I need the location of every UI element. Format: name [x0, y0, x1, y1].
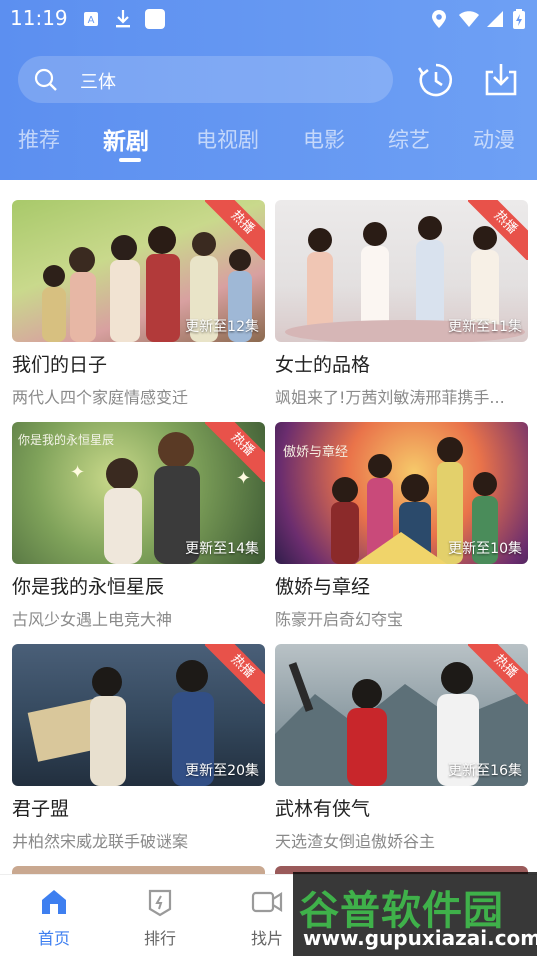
- tab-movies[interactable]: 电影: [303, 124, 345, 154]
- drama-title[interactable]: 武林有侠气: [275, 794, 528, 821]
- drama-card[interactable]: 你是我的永恒星辰 ✦ ✦ 热播 更新至14集 你是我的永恒星辰 古风少女遇上电竞…: [12, 422, 265, 630]
- episode-update-label: 更新至14集: [185, 541, 259, 557]
- download-button[interactable]: [481, 60, 521, 100]
- home-icon: [37, 885, 71, 919]
- svg-text:A: A: [88, 15, 95, 26]
- video-icon: [250, 885, 284, 919]
- nav-home[interactable]: 首页: [24, 885, 84, 949]
- location-icon: [428, 8, 450, 30]
- hot-badge: 热播: [468, 200, 528, 260]
- hot-badge: 热播: [205, 644, 265, 704]
- drama-title[interactable]: 女士的品格: [275, 350, 528, 377]
- category-tabs: 推荐 新剧 电视剧 电影 综艺 动漫: [0, 118, 537, 166]
- watermark-url: www.gupuxiazai.com: [303, 926, 537, 950]
- drama-thumbnail[interactable]: 热播 更新至16集: [275, 644, 528, 786]
- tab-anime[interactable]: 动漫: [473, 124, 515, 154]
- episode-update-label: 更新至11集: [448, 319, 522, 335]
- drama-subtitle: 陈豪开启奇幻夺宝: [275, 610, 404, 629]
- a-notification-icon: A: [80, 8, 102, 30]
- status-bar: 11:19 A: [0, 0, 537, 38]
- drama-card[interactable]: 热播 更新至16集 武林有侠气 天选渣女倒追傲娇谷主: [275, 644, 528, 852]
- app-notification-icon: [144, 8, 166, 30]
- active-tab-indicator: [119, 158, 141, 162]
- drama-thumbnail[interactable]: 热播 更新至12集: [12, 200, 265, 342]
- drama-thumbnail[interactable]: 你是我的永恒星辰 ✦ ✦ 热播 更新至14集: [12, 422, 265, 564]
- svg-text:傲娇与章经: 傲娇与章经: [283, 444, 348, 460]
- drama-subtitle: 飒姐来了!万茜刘敏涛邢菲携手...: [275, 388, 505, 407]
- drama-subtitle: 古风少女遇上电竞大神: [12, 610, 173, 629]
- episode-update-label: 更新至10集: [448, 541, 522, 557]
- site-watermark: 谷普软件园 www.gupuxiazai.com: [293, 872, 537, 956]
- drama-title[interactable]: 傲娇与章经: [275, 572, 528, 599]
- tab-variety[interactable]: 综艺: [388, 124, 430, 154]
- search-bar[interactable]: 三体: [18, 56, 393, 103]
- battery-icon: [508, 8, 530, 30]
- drama-grid: 热播 更新至12集 我们的日子 两代人四个家庭情感变迁 热播 更新至11集 女士…: [0, 180, 537, 872]
- hot-badge: 热播: [205, 422, 265, 482]
- drama-card[interactable]: 热播 更新至20集 君子盟 井柏然宋威龙联手破谜案: [12, 644, 265, 852]
- cellular-signal-icon: [484, 8, 506, 30]
- drama-subtitle: 天选渣女倒追傲娇谷主: [275, 832, 436, 851]
- search-input[interactable]: 三体: [80, 68, 116, 94]
- tab-tv-series[interactable]: 电视剧: [196, 124, 259, 154]
- hot-badge: 热播: [468, 644, 528, 704]
- drama-subtitle: 两代人四个家庭情感变迁: [12, 388, 189, 407]
- ranking-icon: [143, 885, 177, 919]
- episode-update-label: 更新至20集: [185, 763, 259, 779]
- download-notification-icon: [112, 8, 134, 30]
- episode-update-label: 更新至12集: [185, 319, 259, 335]
- nav-ranking[interactable]: 排行: [130, 885, 190, 949]
- download-icon: [481, 64, 521, 104]
- drama-title[interactable]: 你是我的永恒星辰: [12, 572, 265, 599]
- history-icon: [416, 63, 456, 104]
- history-button[interactable]: [416, 60, 456, 100]
- tab-recommend[interactable]: 推荐: [18, 124, 60, 154]
- header: 11:19 A 三体 推荐 新剧 电视剧 电影 综艺 动漫: [0, 0, 537, 180]
- drama-card[interactable]: 傲娇与章经 更新至10集 傲娇与章经 陈豪开启奇幻夺宝: [275, 422, 528, 630]
- drama-thumbnail[interactable]: 热播 更新至11集: [275, 200, 528, 342]
- tab-new-drama[interactable]: 新剧: [103, 122, 149, 156]
- drama-subtitle: 井柏然宋威龙联手破谜案: [12, 832, 189, 851]
- wifi-icon: [458, 8, 480, 30]
- drama-title[interactable]: 君子盟: [12, 794, 265, 821]
- svg-text:你是我的永恒星辰: 你是我的永恒星辰: [18, 432, 114, 447]
- episode-update-label: 更新至16集: [448, 763, 522, 779]
- drama-thumbnail[interactable]: 傲娇与章经 更新至10集: [275, 422, 528, 564]
- nav-find-movies[interactable]: 找片: [237, 885, 297, 949]
- status-time: 11:19: [10, 6, 68, 30]
- drama-card[interactable]: 热播 更新至12集 我们的日子 两代人四个家庭情感变迁: [12, 200, 265, 408]
- search-icon: [34, 68, 58, 96]
- drama-card[interactable]: 热播 更新至11集 女士的品格 飒姐来了!万茜刘敏涛邢菲携手...: [275, 200, 528, 408]
- drama-thumbnail[interactable]: 热播 更新至20集: [12, 644, 265, 786]
- svg-text:✦: ✦: [70, 462, 85, 483]
- hot-badge: 热播: [205, 200, 265, 260]
- drama-title[interactable]: 我们的日子: [12, 350, 265, 377]
